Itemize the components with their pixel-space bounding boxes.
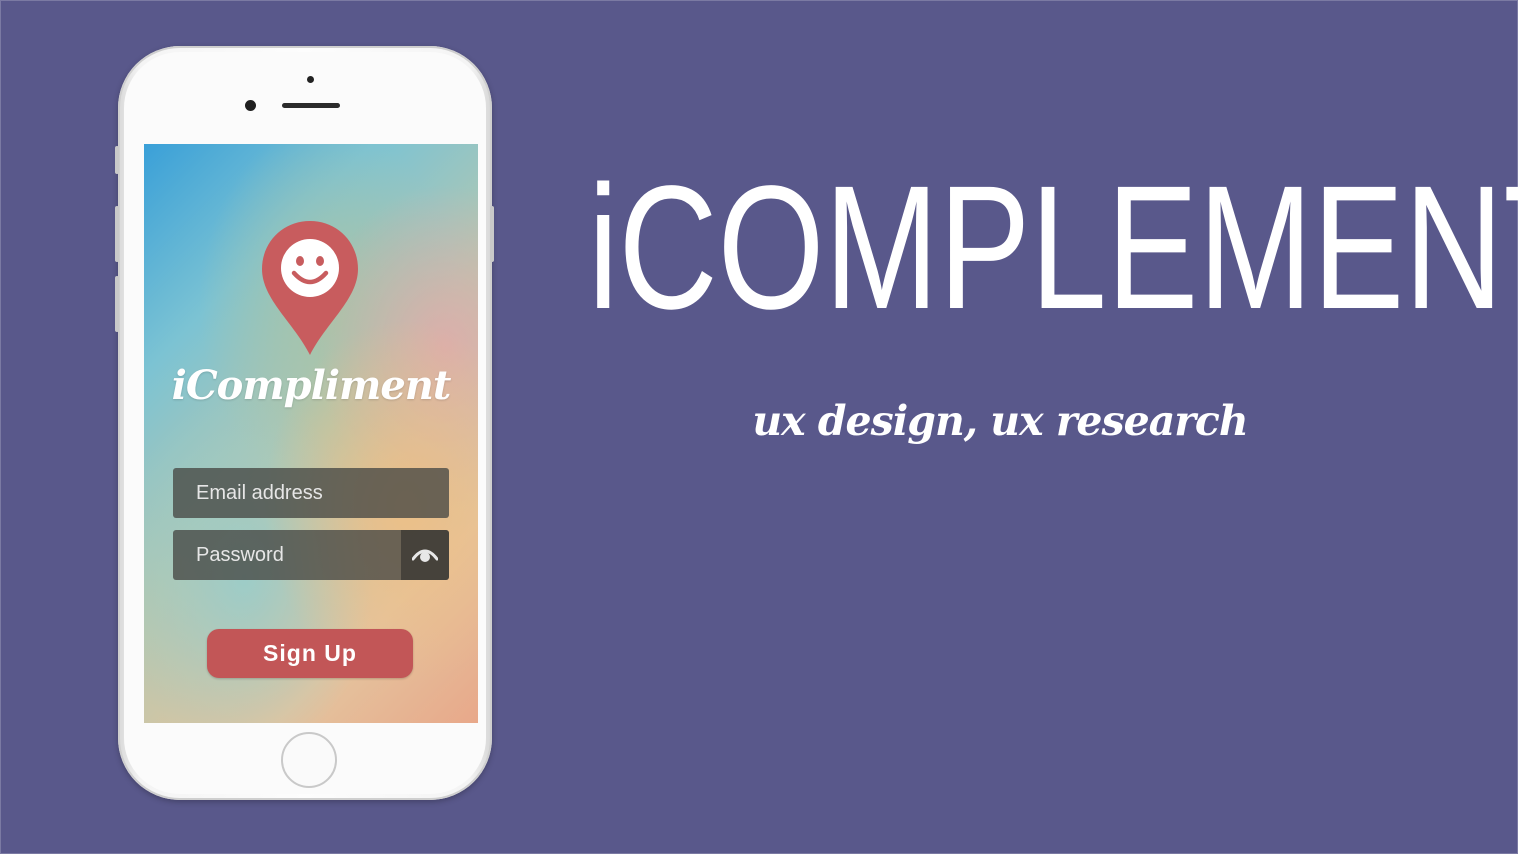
phone-body: iCompliment Email address Password Sign …	[124, 52, 486, 794]
home-button	[281, 732, 337, 788]
map-pin-smiley-icon	[262, 221, 358, 355]
front-camera	[245, 100, 256, 111]
app-name-logotype: iCompliment	[171, 362, 452, 409]
power-button	[490, 206, 494, 262]
show-password-button[interactable]	[401, 530, 449, 580]
eye-icon	[412, 549, 438, 562]
email-placeholder: Email address	[196, 482, 323, 504]
project-subtitle: ux design, ux research	[752, 397, 1248, 445]
sign-up-button[interactable]: Sign Up	[207, 629, 413, 678]
password-placeholder: Password	[196, 544, 284, 566]
phone-screen: iCompliment Email address Password Sign …	[144, 144, 478, 723]
password-field[interactable]: Password	[173, 530, 449, 580]
project-title: iCOMPLEMENT	[588, 150, 1518, 346]
volume-up-button	[115, 206, 119, 262]
mute-switch	[115, 146, 119, 174]
earpiece-speaker	[282, 103, 340, 108]
volume-down-button	[115, 276, 119, 332]
proximity-sensor	[307, 76, 314, 83]
email-field[interactable]: Email address	[173, 468, 449, 518]
phone-mockup: iCompliment Email address Password Sign …	[115, 46, 494, 800]
